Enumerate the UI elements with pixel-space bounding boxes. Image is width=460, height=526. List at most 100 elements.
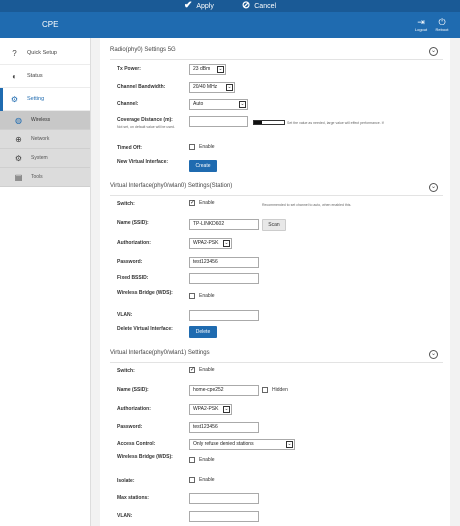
coverage-distance-input[interactable] xyxy=(189,116,248,127)
checkbox-box xyxy=(189,457,195,463)
access-control-select[interactable]: Only refuse denied stations ⌄ xyxy=(189,439,295,450)
chevron-down-icon: ⌄ xyxy=(223,406,230,413)
coverage-distance-slider[interactable] xyxy=(253,120,285,125)
isolate-checkbox[interactable]: Enable xyxy=(189,477,215,483)
sidebar-item-label: Tools xyxy=(31,174,43,180)
cancel-button[interactable]: ⊘ Cancel xyxy=(242,1,276,11)
hidden-checkbox[interactable]: Hidden xyxy=(262,387,288,393)
password-input[interactable]: test123456 xyxy=(189,257,259,268)
apply-button[interactable]: ✔ Apply xyxy=(184,1,214,11)
scan-button[interactable]: Scan xyxy=(262,219,286,231)
divider xyxy=(110,195,443,196)
wds-checkbox[interactable]: Enable xyxy=(189,457,215,463)
divider xyxy=(110,59,443,60)
channel-select[interactable]: Auto ⌄ xyxy=(189,99,248,110)
ssid-input[interactable]: TP-LINKD602 xyxy=(189,219,259,230)
checkbox-box xyxy=(262,387,268,393)
vlan-label: VLAN: xyxy=(117,513,133,519)
sidebar-item-network[interactable]: ⊕ Network xyxy=(0,130,90,149)
isolate-label: Isolate: xyxy=(117,478,135,484)
ssid-input[interactable]: home-cpe252 xyxy=(189,385,259,396)
sidebar-item-system[interactable]: ⚙ System xyxy=(0,149,90,168)
wds-label: Wireless Bridge (WDS): xyxy=(117,290,173,296)
channel-value: Auto xyxy=(193,101,204,107)
channel-bandwidth-select[interactable]: 20/40 MHz ⌄ xyxy=(189,82,235,93)
checkbox-label: Hidden xyxy=(272,387,288,393)
fixed-bssid-label: Fixed BSSID: xyxy=(117,275,149,281)
coverage-distance-note: Not set, on default value will be used. xyxy=(117,125,175,129)
sidebar-item-wireless[interactable]: ◍ Wireless xyxy=(0,111,90,130)
checkbox-box xyxy=(189,293,195,299)
sidebar-item-label: Quick Setup xyxy=(27,50,57,56)
reboot-icon: ⏻ xyxy=(438,17,446,27)
sidebar-item-label: Status xyxy=(27,73,43,79)
vlan-input[interactable] xyxy=(189,511,259,522)
fixed-bssid-input[interactable] xyxy=(189,273,259,284)
reboot-label: Reboot xyxy=(435,27,449,32)
checkbox-box xyxy=(189,477,195,483)
wds-checkbox[interactable]: Enable xyxy=(189,293,215,299)
coverage-distance-label: Coverage Distance (m): Not set, on defau… xyxy=(117,117,185,130)
password-label: Password: xyxy=(117,424,143,430)
chevron-down-icon: ⌄ xyxy=(217,66,224,73)
access-control-value: Only refuse denied stations xyxy=(193,441,254,447)
cancel-icon: ⊘ xyxy=(241,0,251,11)
create-button[interactable]: Create xyxy=(189,160,217,172)
ssid-label: Name (SSID): xyxy=(117,220,149,226)
collapse-wlan1-chevron-icon[interactable]: ⌄ xyxy=(429,350,438,359)
tx-power-label: Tx Power: xyxy=(117,66,141,72)
section-title-wlan1: Virtual Interface(phy0/wlan1) Settings xyxy=(110,350,210,356)
sidebar-item-label: System xyxy=(31,155,48,161)
checkbox-label: Enable xyxy=(199,293,215,299)
vlan-input[interactable] xyxy=(189,310,259,321)
cancel-label: Cancel xyxy=(254,2,277,10)
globe-icon: ⊕ xyxy=(15,134,22,144)
checkbox-box xyxy=(189,144,195,150)
checkbox-box: ✓ xyxy=(189,200,196,206)
chevron-down-icon: ⌄ xyxy=(223,240,230,247)
logout-label: Logout xyxy=(414,27,428,32)
authorization-label: Authorization: xyxy=(117,406,151,412)
ssid-label: Name (SSID): xyxy=(117,387,149,393)
channel-bandwidth-label: Channel Bandwidth: xyxy=(117,84,166,90)
tx-power-select[interactable]: 23 dBm ⌄ xyxy=(189,64,226,75)
sidebar-item-label: Network xyxy=(31,136,50,142)
collapse-wlan0-chevron-icon[interactable]: ⌄ xyxy=(429,183,438,192)
checkbox-box: ✓ xyxy=(189,367,196,373)
timed-off-checkbox[interactable]: Enable xyxy=(189,144,215,150)
tx-power-value: 23 dBm xyxy=(193,66,211,72)
logout-button[interactable]: ⇥ Logout xyxy=(412,17,430,32)
sidebar-item-quick-setup[interactable]: ? Quick Setup xyxy=(0,42,90,65)
wireless-icon: ◍ xyxy=(15,115,22,125)
coverage-distance-hint: Set the value as needed, large value wil… xyxy=(287,121,384,125)
divider xyxy=(110,362,443,363)
switch-checkbox[interactable]: ✓ Enable xyxy=(189,200,215,206)
wds-label: Wireless Bridge (WDS): xyxy=(117,454,173,460)
sidebar-item-status[interactable]: ◐ Status xyxy=(0,65,90,88)
authorization-select[interactable]: WPA2-PSK ⌄ xyxy=(189,404,232,415)
checkbox-label: Enable xyxy=(199,367,215,373)
sidebar-item-tools[interactable]: ▤ Tools xyxy=(0,168,90,187)
coverage-distance-slider-fill xyxy=(254,121,262,124)
switch-label: Switch: xyxy=(117,368,135,374)
authorization-select[interactable]: WPA2-PSK ⌄ xyxy=(189,238,232,249)
settings-panel: Radio(phy0) Settings 5G ⌄ Tx Power: 23 d… xyxy=(100,38,450,526)
chevron-down-icon: ⌄ xyxy=(226,84,233,91)
setting-submenu: ◍ Wireless ⊕ Network ⚙ System ▤ Tools xyxy=(0,111,90,187)
switch-checkbox[interactable]: ✓ Enable xyxy=(189,367,215,373)
check-icon: ✔ xyxy=(183,0,193,11)
collapse-radio-chevron-icon[interactable]: ⌄ xyxy=(429,47,438,56)
switch-hint: Recommended to set channel to auto, when… xyxy=(262,203,352,207)
vlan-label: VLAN: xyxy=(117,312,133,318)
logout-icon: ⇥ xyxy=(417,17,425,27)
authorization-value: WPA2-PSK xyxy=(193,240,219,246)
max-stations-input[interactable] xyxy=(189,493,259,504)
delete-virtual-interface-label: Delete Virtual Interface: xyxy=(117,326,173,332)
gear-icon: ⚙ xyxy=(10,94,19,104)
delete-button[interactable]: Delete xyxy=(189,326,217,338)
checkbox-label: Enable xyxy=(199,200,215,206)
sidebar-item-setting[interactable]: ⚙ Setting xyxy=(0,88,90,111)
section-title-wlan0: Virtual Interface(phy0/wlan0) Settings(S… xyxy=(110,183,233,189)
reboot-button[interactable]: ⏻ Reboot xyxy=(433,17,451,32)
password-input[interactable]: test123456 xyxy=(189,422,259,433)
